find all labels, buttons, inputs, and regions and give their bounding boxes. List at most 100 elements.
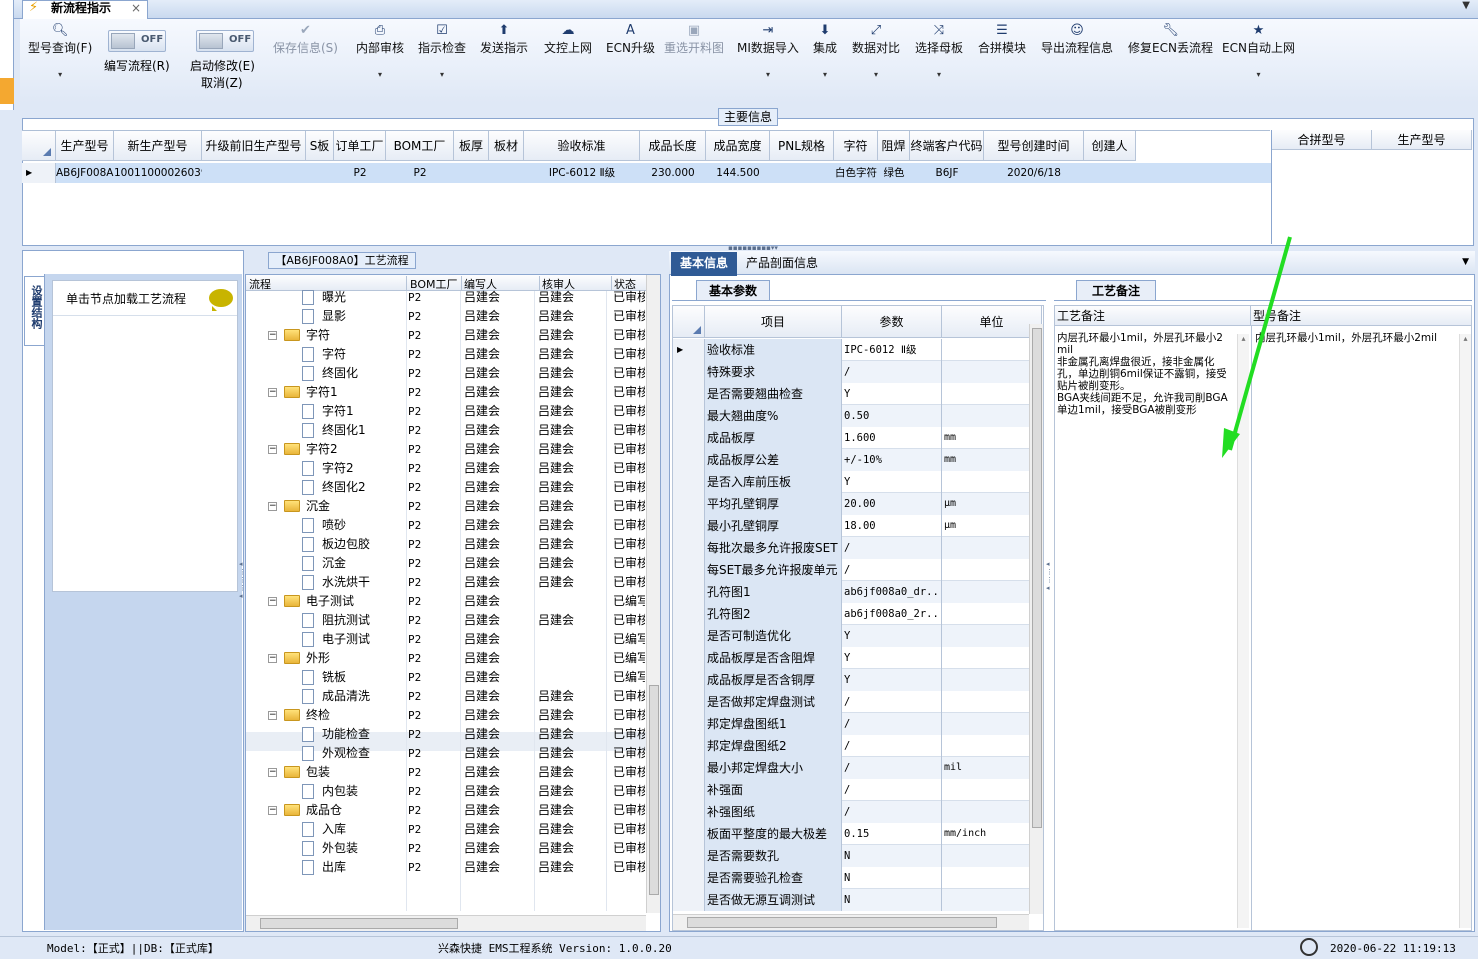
params-hscroll[interactable] xyxy=(673,914,1029,930)
toggle-switch-2[interactable]: OFF xyxy=(196,30,254,52)
param-row[interactable]: 成品板厚是否含阻焊 Y xyxy=(673,647,1029,669)
param-value[interactable]: +/-10% xyxy=(842,449,942,471)
tree-row[interactable]: 字符 P2 吕建会 吕建会 已审核 xyxy=(246,345,646,364)
collapse-toggle-icon[interactable]: − xyxy=(268,445,277,454)
param-row[interactable]: 是否需要数孔 N xyxy=(673,845,1030,867)
param-row[interactable]: 是否需要翘曲检查 Y xyxy=(673,383,1029,405)
column-header[interactable]: 升级前旧生产型号 xyxy=(202,131,306,161)
grid-cell[interactable]: IPC-6012 Ⅱ级 xyxy=(524,163,640,183)
param-row[interactable]: 最小孔壁铜厚 18.00 μm xyxy=(673,515,1029,537)
tree-row[interactable]: 电子测试 P2 吕建会 已编写 xyxy=(246,630,646,649)
param-value[interactable]: / xyxy=(842,713,942,735)
param-value[interactable]: 1.600 xyxy=(842,427,942,449)
column-header[interactable]: 型号创建时间 xyxy=(984,131,1084,161)
column-header[interactable]: 成品长度 xyxy=(640,131,706,161)
param-value[interactable]: ab6jf008a0_dr... xyxy=(842,581,942,603)
param-value[interactable]: / xyxy=(842,801,942,823)
param-row[interactable]: 每批次最多允许报废SET / xyxy=(673,537,1030,559)
tree-row[interactable]: − 电子测试 P2 吕建会 已编写 xyxy=(246,592,646,611)
collapse-toggle-icon[interactable]: − xyxy=(268,331,277,340)
tree-row[interactable]: 功能检查 P2 吕建会 吕建会 已审核 xyxy=(246,725,646,744)
grid-cell[interactable] xyxy=(489,163,524,183)
column-header[interactable]: 成品宽度 xyxy=(706,131,770,161)
collapse-toggle-icon[interactable]: − xyxy=(268,502,277,511)
column-header[interactable]: 验收标准 xyxy=(524,131,640,161)
tree-row[interactable]: 板边包胶 P2 吕建会 吕建会 已审核 xyxy=(246,535,646,554)
toolbar-button-16[interactable]: 🔧︎ 修复ECN丢流程 xyxy=(1128,23,1213,70)
tree-row[interactable]: 外包装 P2 吕建会 吕建会 已审核 xyxy=(246,839,646,858)
tab-structure-settings[interactable]: 设置结构 xyxy=(24,276,44,346)
grid-cell[interactable] xyxy=(454,163,489,183)
params-column-header[interactable]: 项目 xyxy=(705,306,842,338)
model-remarks-scroll[interactable]: ▴ xyxy=(1459,334,1471,928)
collapse-toggle-icon[interactable]: − xyxy=(268,768,277,777)
collapse-toggle-icon[interactable]: − xyxy=(268,388,277,397)
param-value[interactable]: / xyxy=(842,537,942,559)
column-header[interactable]: 新生产型号 xyxy=(114,131,202,161)
param-row[interactable]: ▶ 验收标准 IPC-6012 Ⅱ级 xyxy=(673,339,1029,361)
tree-row[interactable]: 显影 P2 吕建会 吕建会 已审核 xyxy=(246,307,646,326)
tree-row[interactable]: 终固化1 P2 吕建会 吕建会 已审核 xyxy=(246,421,646,440)
param-row[interactable]: 补强面 / xyxy=(673,779,1029,801)
toolbar-button-10[interactable]: ⇥ MI数据导入 ▾ xyxy=(737,23,799,79)
tree-row[interactable]: − 沉金 P2 吕建会 吕建会 已审核 xyxy=(246,497,646,516)
tree-row[interactable]: 出库 P2 吕建会 吕建会 已审核 xyxy=(246,858,646,877)
collapse-toggle-icon[interactable]: − xyxy=(268,806,277,815)
param-row[interactable]: 是否可制造优化 Y xyxy=(673,625,1030,647)
tree-row[interactable]: 阻抗测试 P2 吕建会 吕建会 已审核 xyxy=(246,611,646,630)
toolbar-button-0[interactable]: 🔍︎ 型号查询(F) ▾ xyxy=(28,23,92,79)
param-row[interactable]: 是否需要验孔检查 N xyxy=(673,867,1029,889)
param-row[interactable]: 孔符图2 ab6jf008a0_2r... xyxy=(673,603,1029,625)
toolbar-button-12[interactable]: ⤢ 数据对比 ▾ xyxy=(852,23,900,79)
params-vscroll[interactable] xyxy=(1029,324,1043,914)
tab-new-flow-instruction[interactable]: ⚡ 新流程指示 × xyxy=(22,0,148,20)
param-row[interactable]: 邦定焊盘图纸2/ xyxy=(673,735,1029,757)
column-header[interactable]: 字符 xyxy=(834,131,878,161)
grid-cell[interactable]: 2020/6/18 xyxy=(984,163,1084,183)
grid-cell[interactable] xyxy=(202,163,306,183)
param-value[interactable]: N xyxy=(842,867,942,889)
grid-cell[interactable]: 144.500 xyxy=(706,163,770,183)
tree-row[interactable]: 曝光 P2 吕建会 吕建会 已审核 xyxy=(246,288,646,307)
tree-row[interactable]: − 成品仓 P2 吕建会 吕建会 已审核 xyxy=(246,801,646,820)
params-corner[interactable] xyxy=(673,306,705,338)
tab-basic-params[interactable]: 基本参数 xyxy=(696,280,770,301)
grid-cell[interactable]: P2 xyxy=(386,163,454,183)
grid-cell[interactable]: 10011000026039 xyxy=(114,163,202,183)
tree-row[interactable]: 入库 P2 吕建会 吕建会 已审核 xyxy=(246,820,646,839)
tree-row[interactable]: 成品清洗 P2 吕建会 吕建会 已审核 xyxy=(246,687,646,706)
param-value[interactable]: 0.50 xyxy=(842,405,942,427)
param-value[interactable]: 20.00 xyxy=(842,493,942,515)
param-value[interactable]: Y xyxy=(842,471,942,493)
tree-row[interactable]: − 字符2 P2 吕建会 吕建会 已审核 xyxy=(246,440,646,459)
grid-cell[interactable]: P2 xyxy=(334,163,386,183)
param-row[interactable]: 补强图纸 / xyxy=(673,801,1030,823)
param-row[interactable]: 板面平整度的最大极差 0.15 mm/inch xyxy=(673,823,1029,845)
column-header[interactable]: S板 xyxy=(306,131,334,161)
collapse-toggle-icon[interactable]: − xyxy=(268,654,277,663)
flow-tree-vscroll[interactable] xyxy=(646,275,660,913)
column-header[interactable]: 创建人 xyxy=(1084,131,1136,161)
tree-row[interactable]: 水洗烘干 P2 吕建会 吕建会 已审核 xyxy=(246,573,646,592)
toolbar-button-8[interactable]: A ECN升级 xyxy=(606,23,655,70)
toolbar-label-2[interactable]: 启动修改(E) xyxy=(190,57,255,74)
toolbar-button-13[interactable]: ⤨ 选择母板 ▾ xyxy=(915,23,963,79)
column-header[interactable]: 终端客户代码 xyxy=(910,131,984,161)
tree-row[interactable]: 字符1 P2 吕建会 吕建会 已审核 xyxy=(246,402,646,421)
param-value[interactable]: Y xyxy=(842,669,942,691)
grid-cell[interactable]: 白色字符 xyxy=(834,163,878,183)
param-value[interactable]: ab6jf008a0_2r... xyxy=(842,603,942,625)
toolbar-button-15[interactable]: ☺ 导出流程信息 xyxy=(1041,23,1113,70)
tree-row[interactable]: 喷砂 P2 吕建会 吕建会 已审核 xyxy=(246,516,646,535)
tree-row[interactable]: − 字符 P2 吕建会 吕建会 已审核 xyxy=(246,326,646,345)
param-row[interactable]: 是否做无源互调测试 N xyxy=(673,889,1030,911)
grid-cell[interactable]: B6JF xyxy=(910,163,984,183)
param-value[interactable]: / xyxy=(842,559,942,581)
tree-row[interactable]: 外观检查 P2 吕建会 吕建会 已审核 xyxy=(246,744,646,763)
toggle-switch-1[interactable]: OFF xyxy=(108,30,166,52)
param-value[interactable]: 18.00 xyxy=(842,515,942,537)
toolbar-button-14[interactable]: ☰ 合拼模块 xyxy=(978,23,1026,70)
param-value[interactable]: IPC-6012 Ⅱ级 xyxy=(842,339,942,361)
tree-row[interactable]: − 包装 P2 吕建会 吕建会 已审核 xyxy=(246,763,646,782)
param-value[interactable]: Y xyxy=(842,383,942,405)
